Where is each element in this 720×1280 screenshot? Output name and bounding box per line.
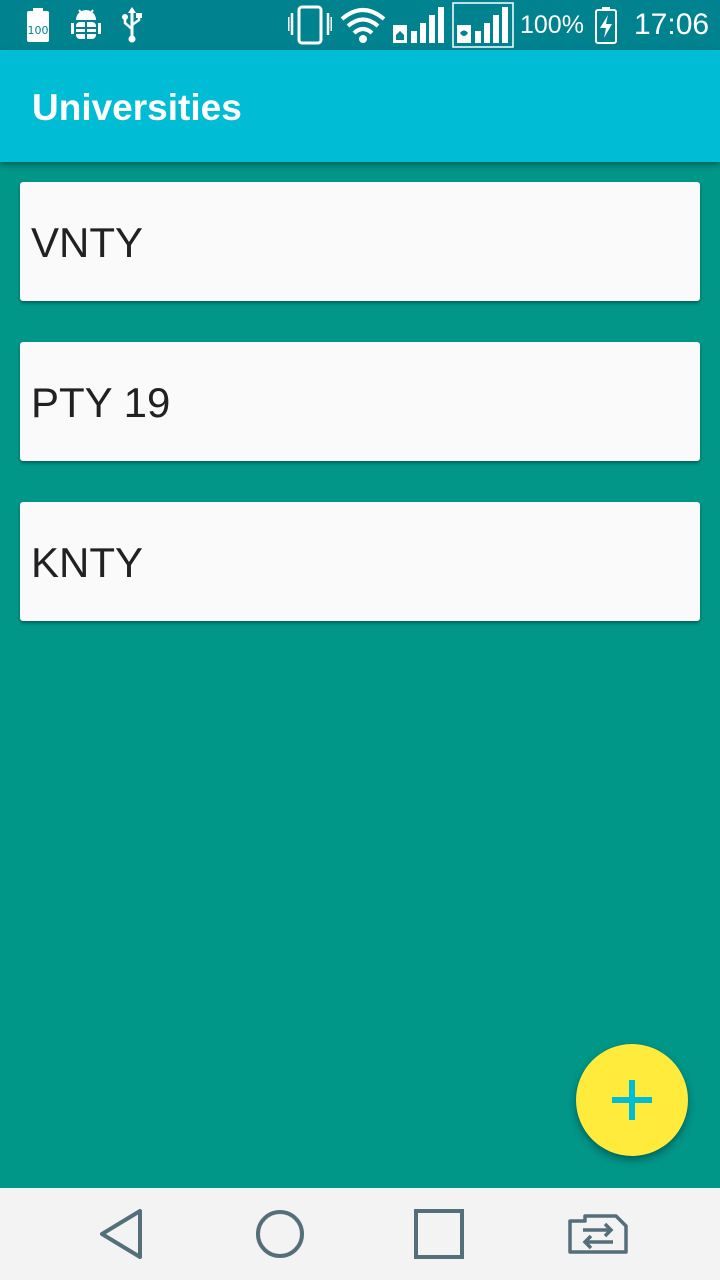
battery-saver-icon: 100 [24,0,52,50]
vibrate-icon [288,0,332,50]
app-bar: Universities [0,50,720,162]
page-title: Universities [32,87,242,128]
university-name: PTY 19 [31,379,171,426]
sim-switch-icon [568,1214,628,1254]
back-button[interactable] [62,1188,182,1280]
signal-sim1-icon [392,0,448,50]
recents-button[interactable] [379,1188,499,1280]
back-icon [100,1209,142,1259]
status-clock: 17:06 [634,8,710,41]
battery-percent: 100% [520,11,584,39]
signal-sim2-icon [452,0,514,50]
plus-icon [612,1080,652,1120]
battery-charging-icon [594,0,618,50]
usb-icon [120,0,144,50]
navigation-bar [0,1188,720,1280]
home-button[interactable] [220,1188,340,1280]
sim-switch-button[interactable] [538,1188,658,1280]
university-card[interactable]: VNTY [20,182,700,301]
university-name: VNTY [31,219,144,266]
university-card[interactable]: KNTY [20,502,700,621]
recents-icon [414,1209,464,1259]
university-list: VNTY PTY 19 KNTY [20,182,700,662]
university-card[interactable]: PTY 19 [20,342,700,461]
home-icon [256,1210,304,1258]
android-debug-icon [70,0,102,50]
wifi-icon [340,0,386,50]
add-university-button[interactable] [576,1044,688,1156]
status-bar: 100 100% 17:06 [0,0,720,50]
university-name: KNTY [31,539,144,586]
battery-saver-text: 100 [28,24,49,37]
